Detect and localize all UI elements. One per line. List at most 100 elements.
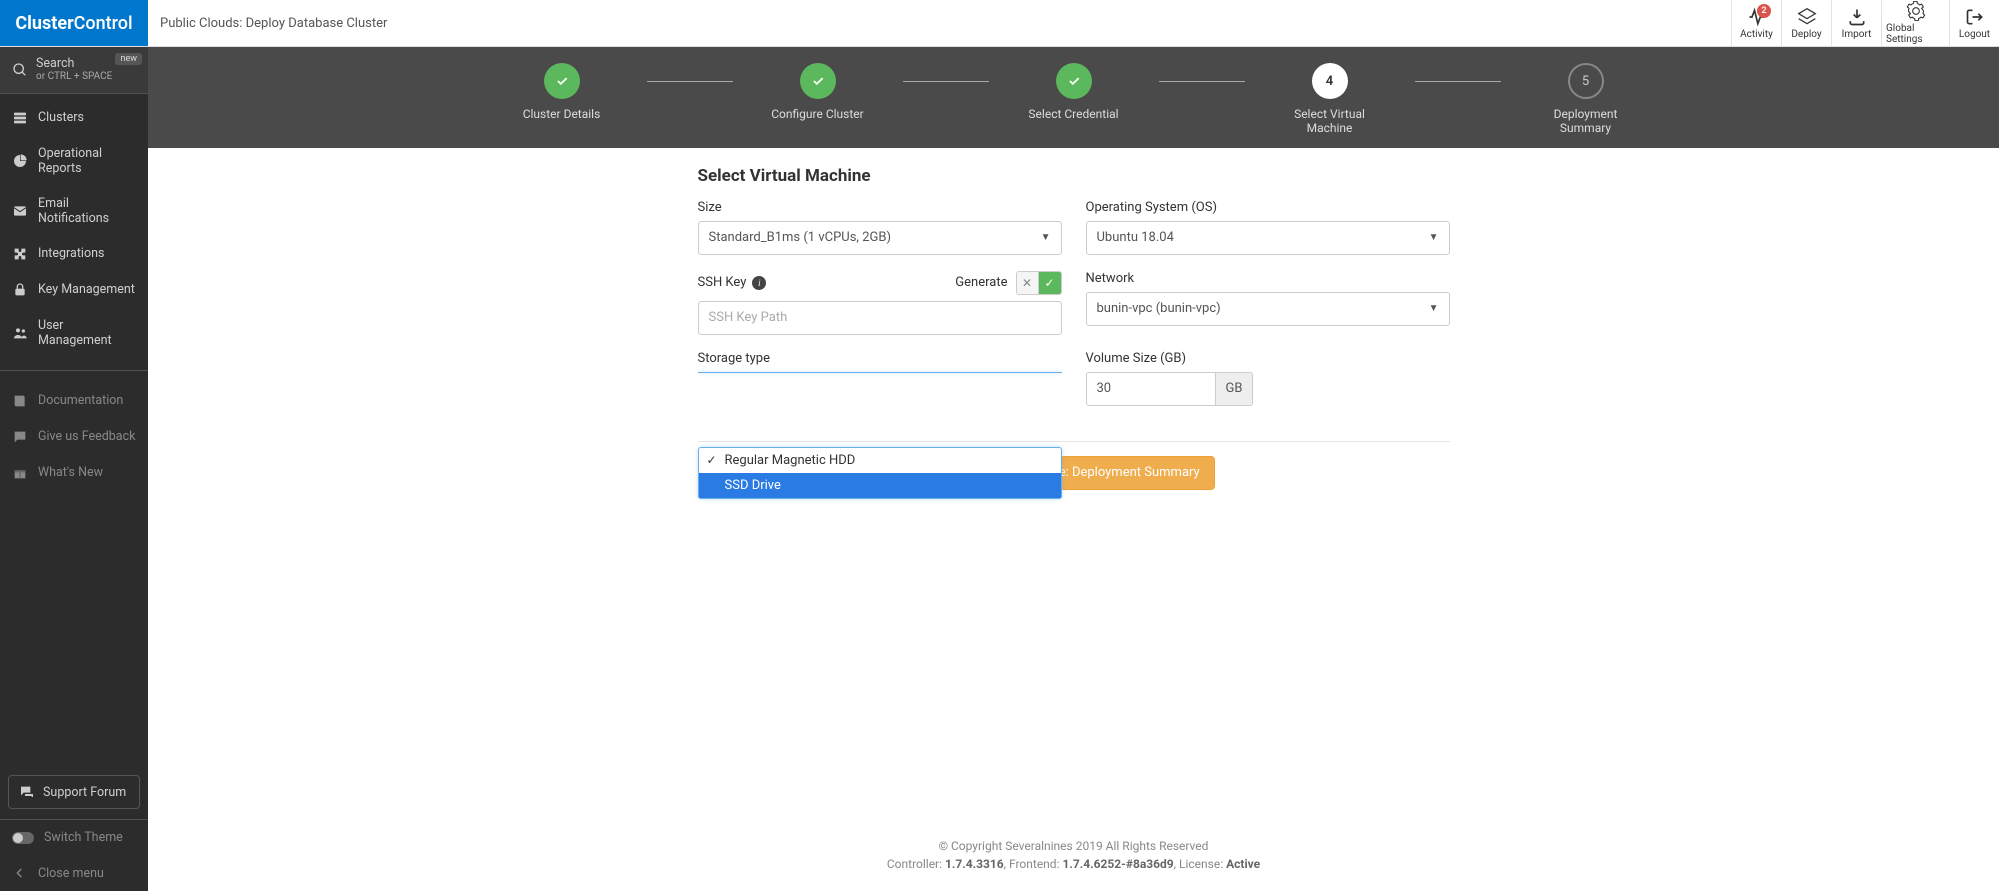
storage-type-select[interactable]	[698, 372, 1062, 373]
panel-title: Select Virtual Machine	[698, 166, 1450, 186]
step-label: Select Virtual Machine	[1275, 107, 1385, 136]
import-button[interactable]: Import	[1831, 0, 1881, 46]
info-icon[interactable]: i	[752, 276, 766, 290]
deploy-label: Deploy	[1791, 29, 1821, 40]
logo[interactable]: ClusterControl	[0, 0, 148, 46]
step-connector	[1159, 81, 1245, 82]
switch-theme-toggle[interactable]: Switch Theme	[0, 820, 148, 855]
field-volume-size: Volume Size (GB) GB	[1086, 351, 1450, 425]
os-label: Operating System (OS)	[1086, 200, 1450, 215]
sidebar-item-reports[interactable]: Operational Reports	[0, 136, 148, 186]
top-bar: ClusterControl Public Clouds: Deploy Dat…	[0, 0, 1999, 47]
new-badge: new	[115, 53, 142, 65]
sidebar-item-clusters[interactable]: Clusters	[0, 100, 148, 136]
support-forum-label: Support Forum	[43, 785, 126, 800]
check-icon	[555, 74, 569, 88]
step-configure-cluster[interactable]: Configure Cluster	[733, 63, 903, 121]
step-connector	[1415, 81, 1501, 82]
step-number: 4	[1312, 63, 1348, 99]
ssh-key-input-wrap	[698, 301, 1062, 335]
search-row[interactable]: Search or CTRL + SPACE new	[0, 47, 148, 94]
size-label: Size	[698, 200, 1062, 215]
sshkey-label: SSH Key	[698, 275, 747, 290]
generate-on-button[interactable]: ✓	[1039, 272, 1061, 294]
storage-type-label: Storage type	[698, 351, 1062, 366]
sidebar-item-email[interactable]: Email Notifications	[0, 186, 148, 236]
topbar-actions: 2 Activity Deploy Import Global Settings…	[1731, 0, 1999, 46]
clusters-icon	[12, 110, 28, 126]
volume-size-unit: GB	[1216, 372, 1254, 406]
chevron-down-icon: ▼	[1041, 232, 1051, 243]
generate-label: Generate	[955, 275, 1007, 290]
field-os: Operating System (OS) Ubuntu 18.04 ▼	[1086, 200, 1450, 255]
deploy-icon	[1797, 7, 1817, 27]
mail-icon	[12, 203, 28, 219]
size-select[interactable]: Standard_B1ms (1 vCPUs, 2GB) ▼	[698, 221, 1062, 255]
sidebar-item-label: What's New	[38, 465, 103, 480]
global-settings-button[interactable]: Global Settings	[1881, 0, 1949, 46]
step-deployment-summary[interactable]: 5 Deployment Summary	[1501, 63, 1671, 136]
generate-off-button[interactable]: ✕	[1017, 272, 1039, 294]
gear-icon	[1906, 1, 1926, 21]
sidebar-item-key-management[interactable]: Key Management	[0, 272, 148, 308]
gift-icon	[12, 465, 28, 481]
support-forum-button[interactable]: Support Forum	[8, 775, 140, 809]
search-icon	[12, 62, 28, 78]
step-select-credential[interactable]: Select Credential	[989, 63, 1159, 121]
sidebar-item-whats-new[interactable]: What's New	[0, 455, 148, 491]
chat-icon	[12, 429, 28, 445]
step-number: 5	[1568, 63, 1604, 99]
step-label: Configure Cluster	[771, 107, 863, 121]
generate-toggle: ✕ ✓	[1016, 271, 1062, 295]
step-label: Cluster Details	[523, 107, 601, 121]
volume-size-label: Volume Size (GB)	[1086, 351, 1450, 366]
storage-option-hdd[interactable]: Regular Magnetic HDD	[699, 448, 1061, 473]
activity-button[interactable]: 2 Activity	[1731, 0, 1781, 46]
sidebar-item-label: Key Management	[38, 282, 135, 297]
comments-icon	[19, 784, 35, 800]
logout-button[interactable]: Logout	[1949, 0, 1999, 46]
logout-icon	[1965, 7, 1985, 27]
toggle-icon	[12, 832, 34, 844]
step-cluster-details[interactable]: Cluster Details	[477, 63, 647, 121]
sidebar-item-label: Integrations	[38, 246, 104, 261]
storage-type-dropdown: Regular Magnetic HDD SSD Drive	[698, 447, 1062, 499]
main-content: Cluster Details Configure Cluster Select…	[148, 47, 1999, 891]
chevron-down-icon: ▼	[1429, 232, 1439, 243]
form-panel: Select Virtual Machine Size Standard_B1m…	[698, 148, 1450, 504]
puzzle-icon	[12, 246, 28, 262]
field-size: Size Standard_B1ms (1 vCPUs, 2GB) ▼	[698, 200, 1062, 255]
sidebar-item-label: Documentation	[38, 393, 123, 408]
logo-part1: Cluster	[15, 13, 73, 34]
sidebar-item-feedback[interactable]: Give us Feedback	[0, 419, 148, 455]
ssh-key-input[interactable]	[709, 310, 1051, 325]
size-value: Standard_B1ms (1 vCPUs, 2GB)	[709, 230, 892, 245]
close-menu-button[interactable]: Close menu	[0, 855, 148, 891]
logo-part2: Control	[74, 13, 133, 34]
chevron-left-icon	[12, 865, 28, 881]
import-label: Import	[1842, 29, 1872, 40]
global-settings-label: Global Settings	[1886, 23, 1945, 45]
sidebar-divider	[0, 370, 148, 371]
network-select[interactable]: bunin-vpc (bunin-vpc) ▼	[1086, 292, 1450, 326]
sidebar-item-integrations[interactable]: Integrations	[0, 236, 148, 272]
network-value: bunin-vpc (bunin-vpc)	[1097, 301, 1221, 316]
switch-theme-label: Switch Theme	[44, 830, 123, 845]
network-label: Network	[1086, 271, 1450, 286]
os-select[interactable]: Ubuntu 18.04 ▼	[1086, 221, 1450, 255]
step-connector	[903, 81, 989, 82]
logout-label: Logout	[1959, 29, 1990, 40]
sidebar-item-label: Email Notifications	[38, 196, 136, 226]
field-ssh-key: SSH Key i Generate ✕ ✓	[698, 271, 1062, 335]
sidebar-item-label: Operational Reports	[38, 146, 136, 176]
storage-option-ssd[interactable]: SSD Drive	[699, 473, 1061, 498]
step-select-virtual-machine[interactable]: 4 Select Virtual Machine	[1245, 63, 1415, 136]
chevron-down-icon: ▼	[1429, 303, 1439, 314]
breadcrumb: Public Clouds: Deploy Database Cluster	[148, 0, 1731, 46]
deploy-button[interactable]: Deploy	[1781, 0, 1831, 46]
sidebar-item-user-management[interactable]: User Management	[0, 308, 148, 358]
os-value: Ubuntu 18.04	[1097, 230, 1174, 245]
import-icon	[1847, 7, 1867, 27]
volume-size-input[interactable]	[1097, 381, 1205, 396]
sidebar-item-documentation[interactable]: Documentation	[0, 383, 148, 419]
